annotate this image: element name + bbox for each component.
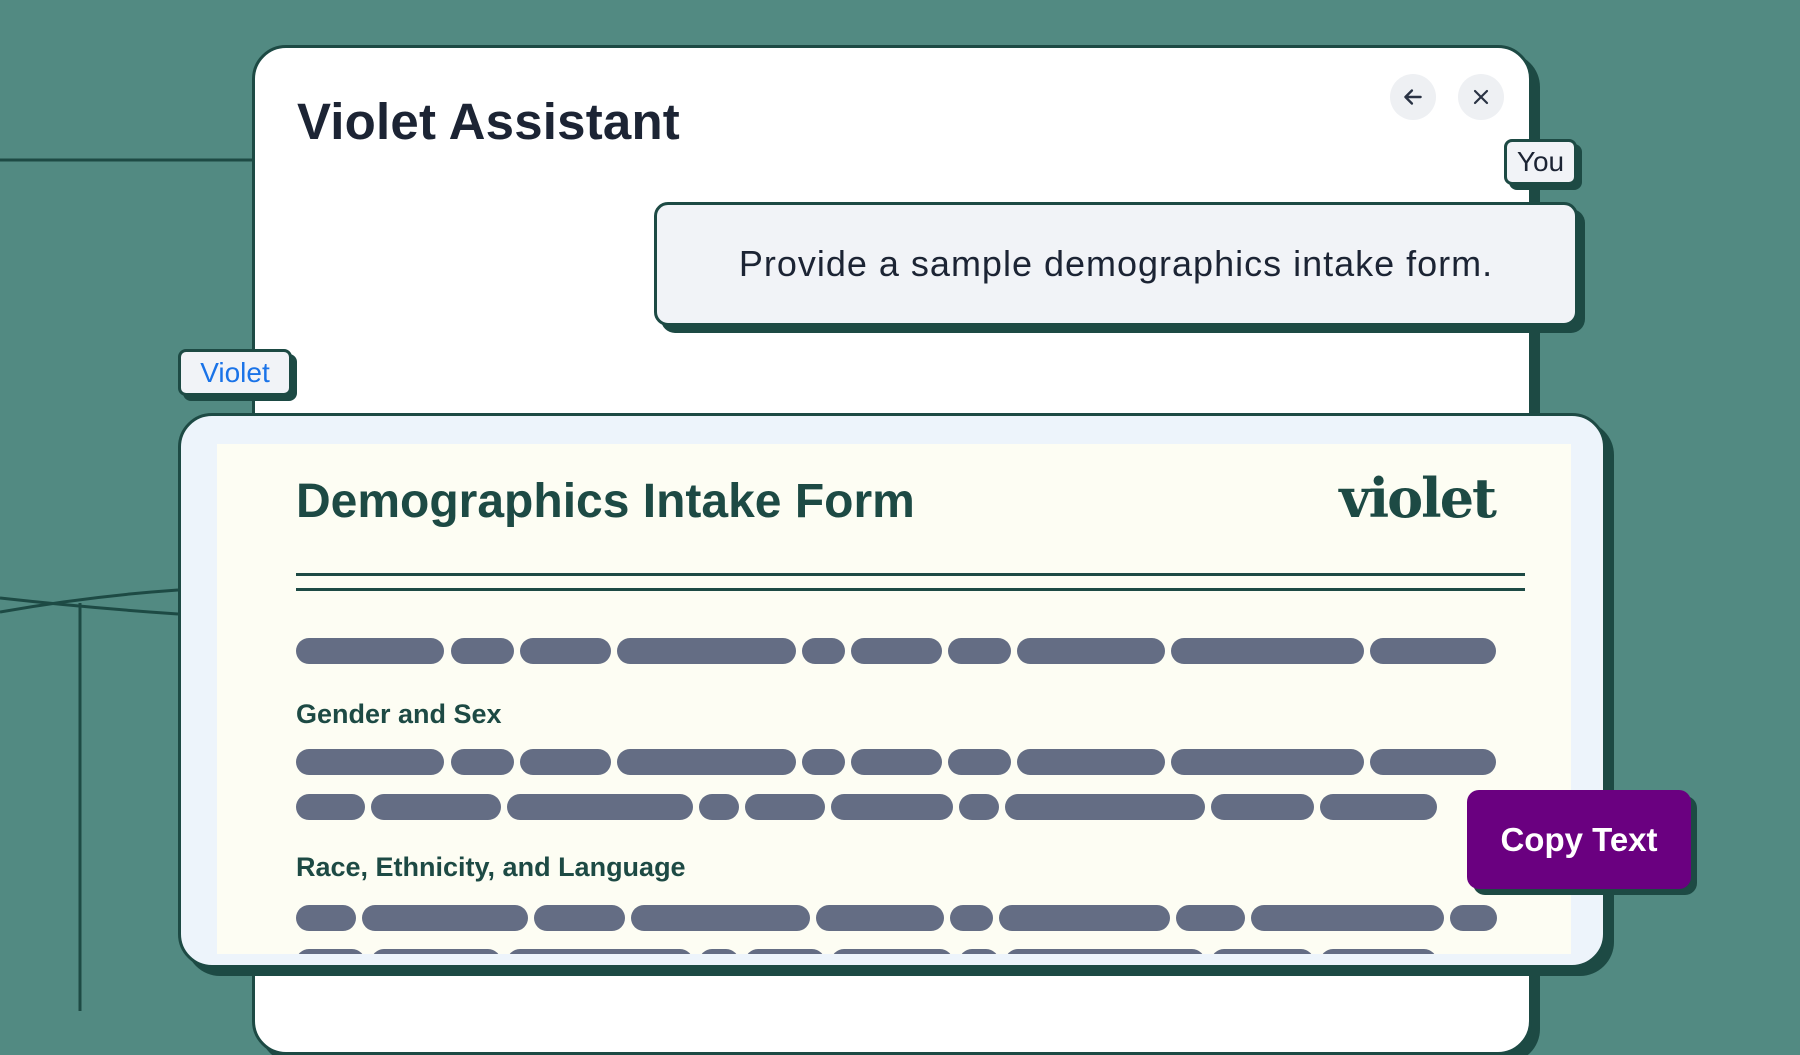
placeholder-word (745, 949, 825, 954)
user-message-text: Provide a sample demographics intake for… (738, 243, 1494, 284)
section-heading-gender: Gender and Sex (296, 699, 502, 729)
placeholder-word (1320, 949, 1437, 954)
copy-text-button[interactable]: Copy Text (1467, 790, 1691, 889)
placeholder-word (617, 749, 796, 775)
placeholder-word (534, 905, 625, 931)
assistant-response-card: Demographics Intake Form violet Gender a… (178, 413, 1606, 968)
placeholder-word (631, 905, 810, 931)
placeholder-word (507, 949, 693, 954)
placeholder-word (1370, 638, 1496, 664)
placeholder-word (1017, 638, 1165, 664)
placeholder-word (948, 749, 1011, 775)
placeholder-word (296, 949, 365, 954)
placeholder-word (296, 905, 356, 931)
placeholder-word (296, 749, 444, 775)
divider-line (296, 573, 1525, 576)
user-message-bubble: Provide a sample demographics intake for… (654, 202, 1578, 326)
placeholder-word (1370, 749, 1496, 775)
placeholder-word (802, 749, 845, 775)
placeholder-word (1005, 949, 1205, 954)
placeholder-word (959, 949, 999, 954)
form-document: Demographics Intake Form violet Gender a… (217, 444, 1571, 954)
arrow-left-icon (1404, 89, 1422, 105)
placeholder-word (1211, 794, 1314, 820)
document-title: Demographics Intake Form (296, 475, 915, 528)
user-tag: You (1504, 139, 1577, 185)
placeholder-word (1017, 749, 1165, 775)
placeholder-word (1450, 905, 1497, 931)
placeholder-word (699, 949, 739, 954)
placeholder-word (617, 638, 796, 664)
placeholder-word (1171, 638, 1364, 664)
placeholder-word (948, 638, 1011, 664)
divider-line (296, 588, 1525, 591)
placeholder-word (371, 794, 501, 820)
close-button[interactable] (1458, 74, 1504, 120)
placeholder-word (999, 905, 1170, 931)
placeholder-word (451, 638, 514, 664)
placeholder-word (831, 949, 953, 954)
placeholder-word (296, 794, 365, 820)
placeholder-word (362, 905, 528, 931)
back-button[interactable] (1390, 74, 1436, 120)
placeholder-word (745, 794, 825, 820)
placeholder-word (1005, 794, 1205, 820)
placeholder-word (950, 905, 993, 931)
placeholder-word (1171, 749, 1364, 775)
assistant-tag: Violet (178, 349, 292, 396)
placeholder-word (959, 794, 999, 820)
placeholder-word (816, 905, 944, 931)
placeholder-word (1211, 949, 1314, 954)
placeholder-word (851, 638, 942, 664)
placeholder-word (802, 638, 845, 664)
placeholder-word (1176, 905, 1245, 931)
placeholder-word (296, 638, 444, 664)
placeholder-word (371, 949, 501, 954)
placeholder-word (1320, 794, 1437, 820)
placeholder-word (1251, 905, 1444, 931)
close-icon (1473, 89, 1489, 105)
section-heading-race: Race, Ethnicity, and Language (296, 852, 686, 882)
placeholder-word (520, 638, 611, 664)
placeholder-word (451, 749, 514, 775)
window-title: Violet Assistant (297, 93, 680, 150)
placeholder-word (507, 794, 693, 820)
placeholder-word (520, 749, 611, 775)
violet-logo: violet (1339, 466, 1497, 530)
placeholder-word (831, 794, 953, 820)
placeholder-word (851, 749, 942, 775)
placeholder-word (699, 794, 739, 820)
